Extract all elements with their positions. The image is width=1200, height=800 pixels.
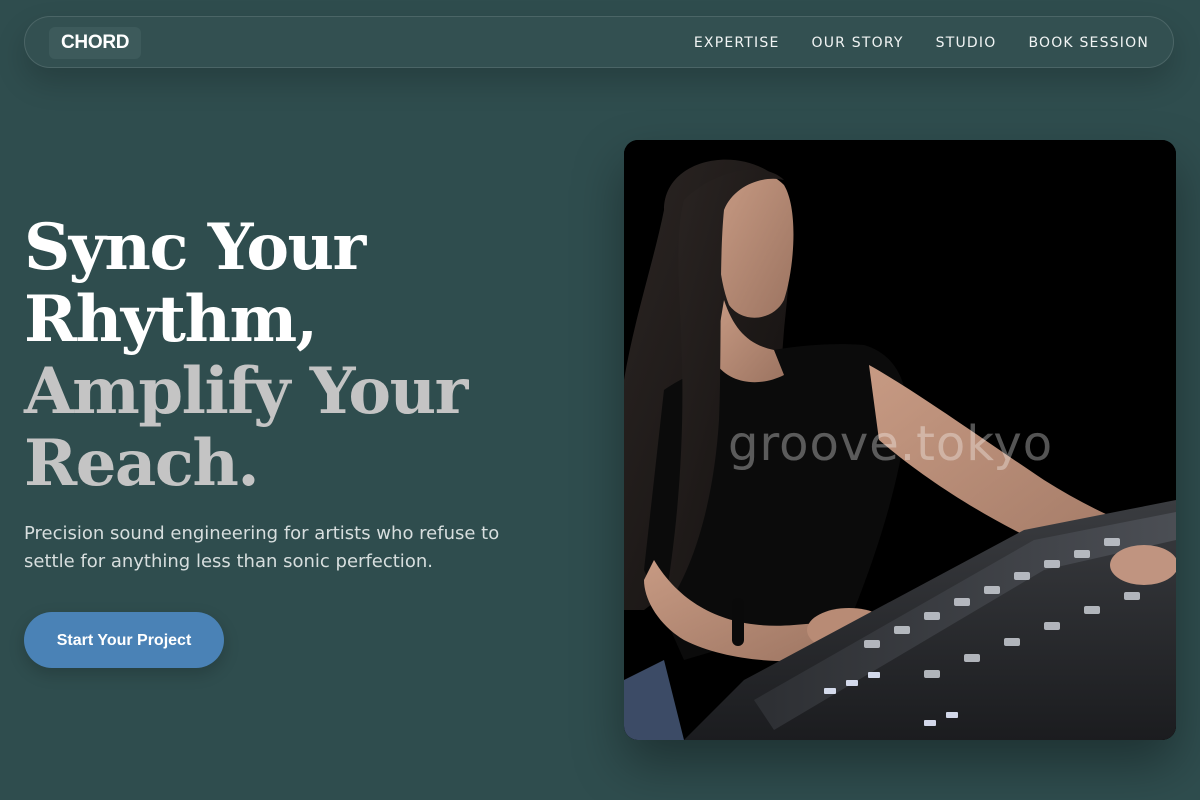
nav-link-expertise[interactable]: EXPERTISE bbox=[694, 35, 780, 51]
headline-line-3: Amplify Your bbox=[24, 354, 468, 429]
nav-link-studio[interactable]: STUDIO bbox=[936, 35, 997, 51]
nav-link-our-story[interactable]: OUR STORY bbox=[812, 35, 904, 51]
headline-line-2: Rhythm, bbox=[24, 282, 318, 357]
headline-line-4: Reach. bbox=[24, 426, 260, 501]
studio-engineer-illustration bbox=[624, 140, 1176, 740]
hero-subtext: Precision sound engineering for artists … bbox=[24, 523, 500, 572]
brand-logo[interactable]: CHORD bbox=[49, 27, 142, 59]
hero-section: Sync Your Rhythm, Amplify Your Reach. Pr… bbox=[24, 212, 584, 594]
hero-photo: groove.tokyo bbox=[624, 140, 1176, 740]
nav-links: EXPERTISE OUR STORY STUDIO BOOK SESSION bbox=[694, 17, 1149, 69]
start-project-button[interactable]: Start Your Project bbox=[24, 612, 224, 668]
hero-headline: Sync Your Rhythm, Amplify Your Reach. bbox=[24, 212, 584, 500]
top-nav: CHORD EXPERTISE OUR STORY STUDIO BOOK SE… bbox=[24, 16, 1174, 68]
landing-page: CHORD EXPERTISE OUR STORY STUDIO BOOK SE… bbox=[0, 0, 1200, 800]
nav-link-book-session[interactable]: BOOK SESSION bbox=[1028, 35, 1149, 51]
headline-line-1: Sync Your bbox=[24, 210, 366, 285]
